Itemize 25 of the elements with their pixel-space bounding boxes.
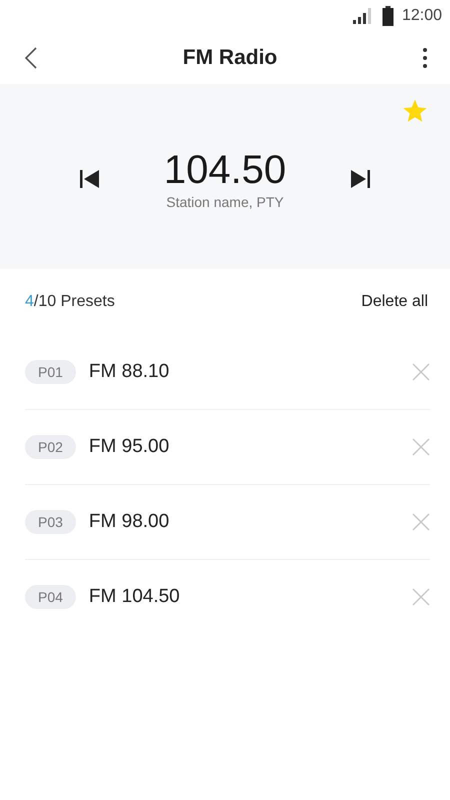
delete-button[interactable]	[412, 363, 430, 381]
preset-badge: P04	[25, 585, 76, 609]
delete-all-button[interactable]: Delete all	[361, 293, 428, 311]
status-time: 12:00	[402, 7, 442, 25]
preset-name[interactable]: FM 95.00	[88, 436, 412, 458]
preset-badge: P01	[25, 360, 76, 384]
delete-button[interactable]	[412, 438, 430, 456]
signal-icon	[352, 7, 374, 25]
more-options-button[interactable]	[422, 46, 428, 70]
preset-name[interactable]: FM 98.00	[88, 511, 412, 533]
station-name: Station name, PTY	[166, 194, 284, 210]
preset-count: 4/10 Presets	[25, 293, 115, 311]
battery-icon	[382, 6, 394, 26]
favorite-button[interactable]	[402, 98, 428, 124]
preset-name[interactable]: FM 88.10	[88, 361, 412, 383]
screen-title: FM Radio	[182, 46, 278, 70]
back-button[interactable]	[24, 46, 38, 70]
preset-name[interactable]: FM 104.50	[88, 586, 412, 608]
preset-badge: P02	[25, 435, 76, 459]
next-button[interactable]	[348, 167, 372, 191]
previous-button[interactable]	[78, 167, 102, 191]
preset-badge: P03	[25, 510, 76, 534]
frequency: 104.50	[164, 148, 286, 192]
delete-button[interactable]	[412, 588, 430, 606]
delete-button[interactable]	[412, 513, 430, 531]
